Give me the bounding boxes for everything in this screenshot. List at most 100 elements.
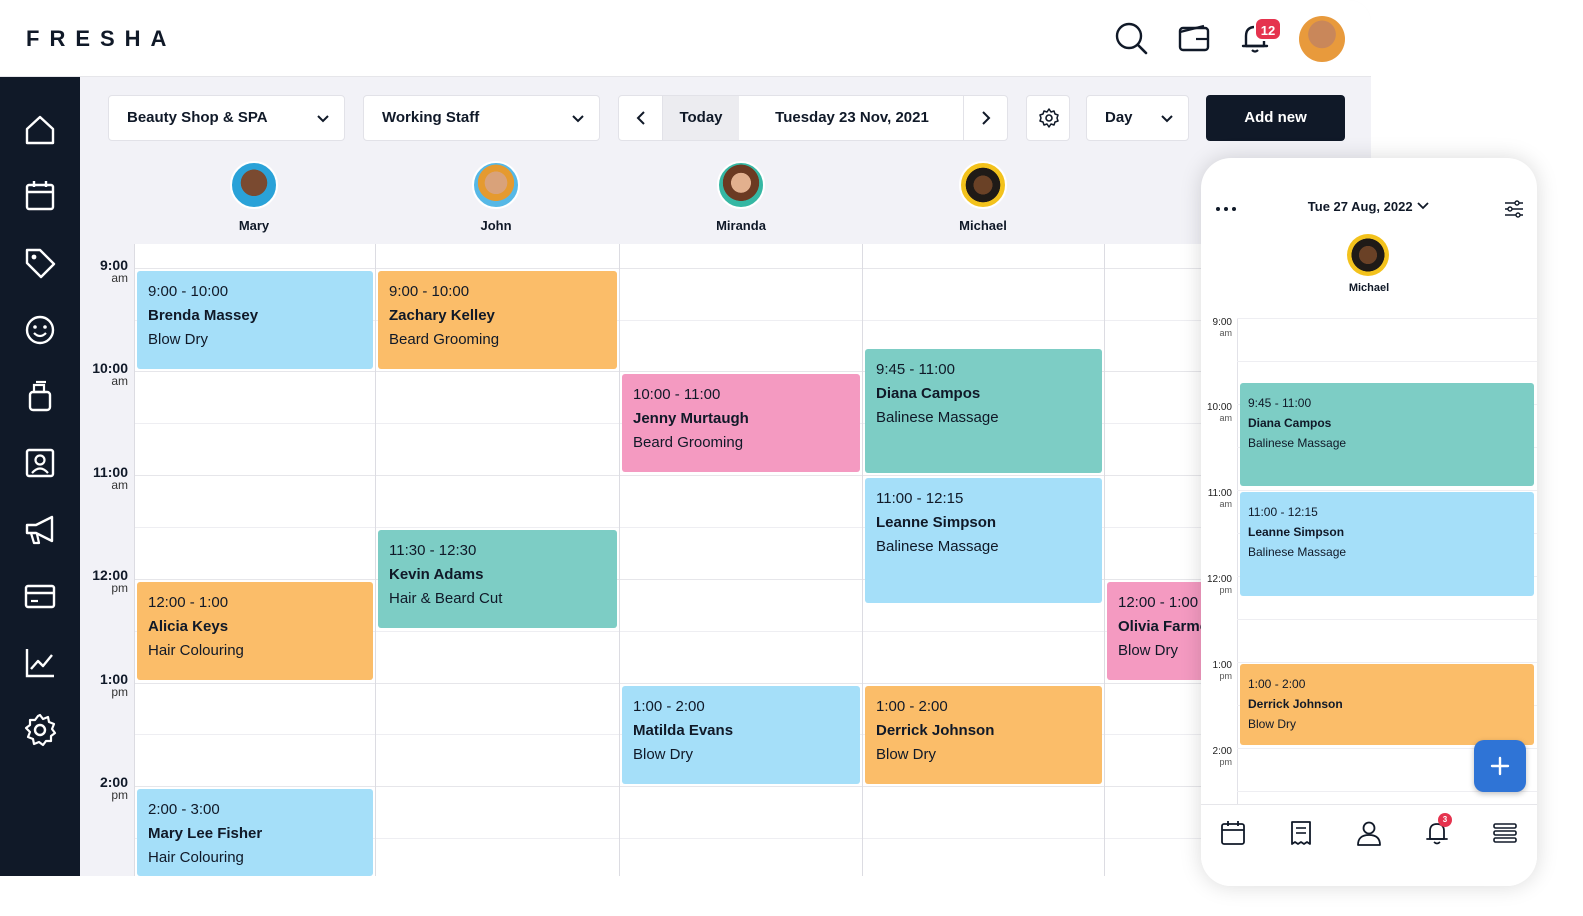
staff-column-header[interactable]: Michael xyxy=(923,158,1043,233)
staff-column-header[interactable]: Miranda xyxy=(681,158,801,233)
mobile-time-label: 12:00 pm xyxy=(1206,574,1232,595)
today-button[interactable]: Today xyxy=(663,96,739,140)
column-divider xyxy=(375,244,376,876)
appointment-card[interactable]: 10:00 - 11:00 Jenny Murtaugh Beard Groomin… xyxy=(622,374,860,472)
product-bottle-icon[interactable] xyxy=(22,378,58,414)
staff-name: Mary xyxy=(238,218,270,233)
mobile-appointment-card[interactable]: 9:45 - 11:00 Diana Campos Balinese Massage xyxy=(1240,383,1534,486)
column-divider xyxy=(619,244,620,876)
chevron-down-icon xyxy=(317,115,329,123)
calendar-settings-button[interactable] xyxy=(1026,95,1070,141)
time-label: 12:00 pm xyxy=(92,567,128,595)
mobile-gridline xyxy=(1237,490,1537,491)
gear-icon xyxy=(1039,108,1059,128)
home-icon[interactable] xyxy=(22,112,58,148)
wallet-icon[interactable] xyxy=(1176,20,1212,56)
mobile-time-label: 11:00 am xyxy=(1207,488,1232,509)
staff-filter-dropdown[interactable]: Working Staff xyxy=(363,95,600,141)
smiley-icon[interactable] xyxy=(22,312,58,348)
location-dropdown[interactable]: Beauty Shop & SPA xyxy=(108,95,345,141)
megaphone-icon[interactable] xyxy=(22,512,58,548)
user-icon[interactable] xyxy=(1355,819,1383,847)
appointment-card[interactable]: 12:00 - 1:00 Alicia Keys Hair Colouring xyxy=(137,582,373,680)
mobile-gridline xyxy=(1237,361,1537,362)
calendar-icon[interactable] xyxy=(1219,819,1247,847)
time-label: 9:00 am xyxy=(99,257,128,285)
calendar-icon[interactable] xyxy=(22,178,58,214)
appointment-card[interactable]: 9:00 - 10:00 Zachary Kelley Beard Grooming xyxy=(378,271,617,369)
mobile-gridline xyxy=(1237,662,1537,663)
credit-card-icon[interactable] xyxy=(22,578,58,614)
appointment-card[interactable]: 11:30 - 12:30 Kevin Adams Hair & Beard Cut xyxy=(378,530,617,628)
tag-icon[interactable] xyxy=(22,245,58,281)
appointment-card[interactable]: 11:00 - 12:15 Leanne Simpson Balinese Mass… xyxy=(865,478,1102,603)
date-navigator: Today Tuesday 23 Nov, 2021 xyxy=(618,95,1008,141)
staff-name: Miranda xyxy=(716,218,766,233)
mobile-gridline xyxy=(1237,318,1537,319)
mobile-bottom-nav: 3 xyxy=(1201,804,1537,886)
hour-gridline xyxy=(134,579,1371,580)
staff-avatar xyxy=(717,161,765,209)
staff-column-header[interactable]: Mary xyxy=(194,158,314,233)
appointment-card[interactable]: 2:00 - 3:00 Mary Lee Fisher Hair Colouring xyxy=(137,789,373,876)
mobile-time-label: 10:00 am xyxy=(1206,402,1232,423)
contact-card-icon[interactable] xyxy=(22,445,58,481)
mobile-time-label: 1:00 pm xyxy=(1212,660,1232,681)
add-new-button[interactable]: Add new xyxy=(1206,95,1345,141)
location-label: Beauty Shop & SPA xyxy=(127,109,268,126)
mobile-gridline xyxy=(1237,619,1537,620)
chevron-down-icon xyxy=(1161,115,1173,123)
filter-icon[interactable] xyxy=(1503,198,1525,220)
staff-name: Michael xyxy=(959,218,1007,233)
receipt-icon[interactable] xyxy=(1287,819,1315,847)
mobile-time-label: 2:00 pm xyxy=(1212,746,1232,767)
settings-gear-icon[interactable] xyxy=(22,712,58,748)
mobile-appointment-card[interactable]: 11:00 - 12:15 Leanne Simpson Balinese Mass… xyxy=(1240,492,1534,596)
staff-column-header[interactable]: John xyxy=(436,158,556,233)
appointment-card[interactable]: 9:45 - 11:00 Diana Campos Balinese Massage xyxy=(865,349,1102,473)
hour-gridline xyxy=(134,683,1371,684)
mobile-appointment-card[interactable]: 1:00 - 2:00 Derrick Johnson Blow Dry xyxy=(1240,664,1534,745)
half-hour-gridline xyxy=(134,527,1371,528)
hour-gridline xyxy=(134,268,1371,269)
staff-avatar xyxy=(230,161,278,209)
plus-icon xyxy=(1490,756,1510,776)
mobile-staff-name: Michael xyxy=(1348,282,1390,294)
calendar-grid[interactable]: 9:00 - 10:00 Brenda Massey Blow Dry 9:00 -… xyxy=(134,244,1371,876)
desktop-app: FRESHA 12 Beauty Shop & SPA Working Staf… xyxy=(0,0,1371,876)
chevron-left-icon xyxy=(636,111,645,125)
view-dropdown[interactable]: Day xyxy=(1086,95,1189,141)
notification-badge: 12 xyxy=(1254,17,1282,41)
view-label: Day xyxy=(1105,109,1133,126)
appointment-card[interactable]: 9:00 - 10:00 Brenda Massey Blow Dry xyxy=(137,271,373,369)
hour-gridline xyxy=(134,371,1371,372)
user-avatar[interactable] xyxy=(1299,16,1345,62)
chevron-right-icon xyxy=(982,111,991,125)
mobile-date-label: Tue 27 Aug, 2022 xyxy=(1307,199,1413,214)
column-divider xyxy=(134,244,135,876)
search-icon[interactable] xyxy=(1113,20,1149,56)
staff-filter-label: Working Staff xyxy=(382,109,480,126)
mobile-notification-badge: 3 xyxy=(1438,813,1452,827)
appointment-card[interactable]: 1:00 - 2:00 Matilda Evans Blow Dry xyxy=(622,686,860,784)
appointment-card[interactable]: 1:00 - 2:00 Derrick Johnson Blow Dry xyxy=(865,686,1102,784)
mobile-staff-avatar[interactable] xyxy=(1347,234,1389,276)
fresha-logo[interactable]: FRESHA xyxy=(26,26,176,52)
chevron-down-icon xyxy=(1417,202,1429,210)
menu-icon[interactable] xyxy=(1491,819,1519,847)
add-appointment-fab[interactable] xyxy=(1474,740,1526,792)
time-label: 10:00 am xyxy=(92,360,128,388)
hour-gridline xyxy=(134,786,1371,787)
chart-icon[interactable] xyxy=(22,645,58,681)
current-date-label[interactable]: Tuesday 23 Nov, 2021 xyxy=(739,96,965,140)
column-divider xyxy=(1104,244,1105,876)
sidebar xyxy=(0,77,80,876)
previous-day-button[interactable] xyxy=(619,96,663,140)
chevron-down-icon xyxy=(572,115,584,123)
next-day-button[interactable] xyxy=(963,96,1007,140)
column-divider xyxy=(862,244,863,876)
top-bar: FRESHA 12 xyxy=(0,0,1371,77)
staff-name: John xyxy=(480,218,512,233)
staff-avatar xyxy=(472,161,520,209)
mobile-date-selector[interactable]: Tue 27 Aug, 2022 xyxy=(1201,199,1537,214)
